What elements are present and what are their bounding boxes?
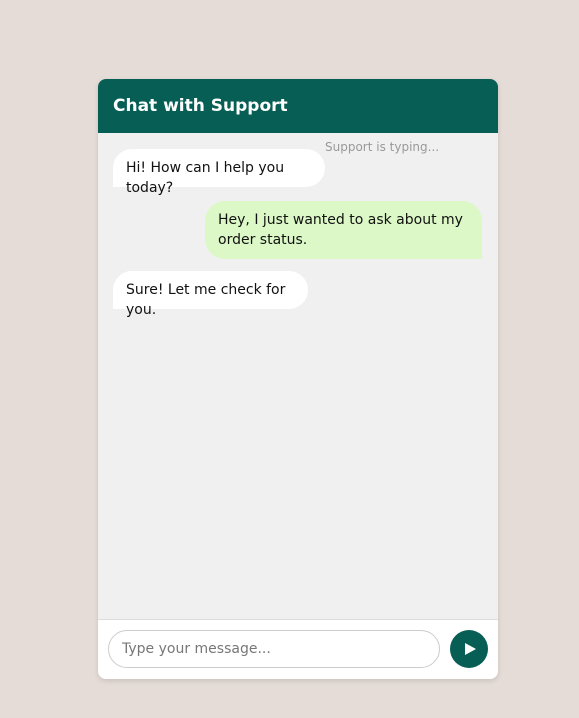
send-icon [465,643,476,655]
composer-bar [98,619,498,679]
message-text: Sure! Let me check for you. [126,282,286,318]
chat-window: Chat with Support Support is typing... H… [98,79,498,679]
message-list: Support is typing... Hi! How can I help … [98,133,498,619]
chat-header: Chat with Support [98,79,498,133]
message-input[interactable] [108,630,440,668]
message-text: Hey, I just wanted to ask about my order… [218,212,463,248]
incoming-message: Sure! Let me check for you. [113,271,308,318]
message-text: Hi! How can I help you today? [126,160,285,196]
chat-title: Chat with Support [113,96,288,116]
incoming-message: Hi! How can I help you today? [113,149,325,196]
typing-indicator: Support is typing... [325,140,440,154]
send-button[interactable] [450,630,488,668]
outgoing-message: Hey, I just wanted to ask about my order… [205,201,482,259]
